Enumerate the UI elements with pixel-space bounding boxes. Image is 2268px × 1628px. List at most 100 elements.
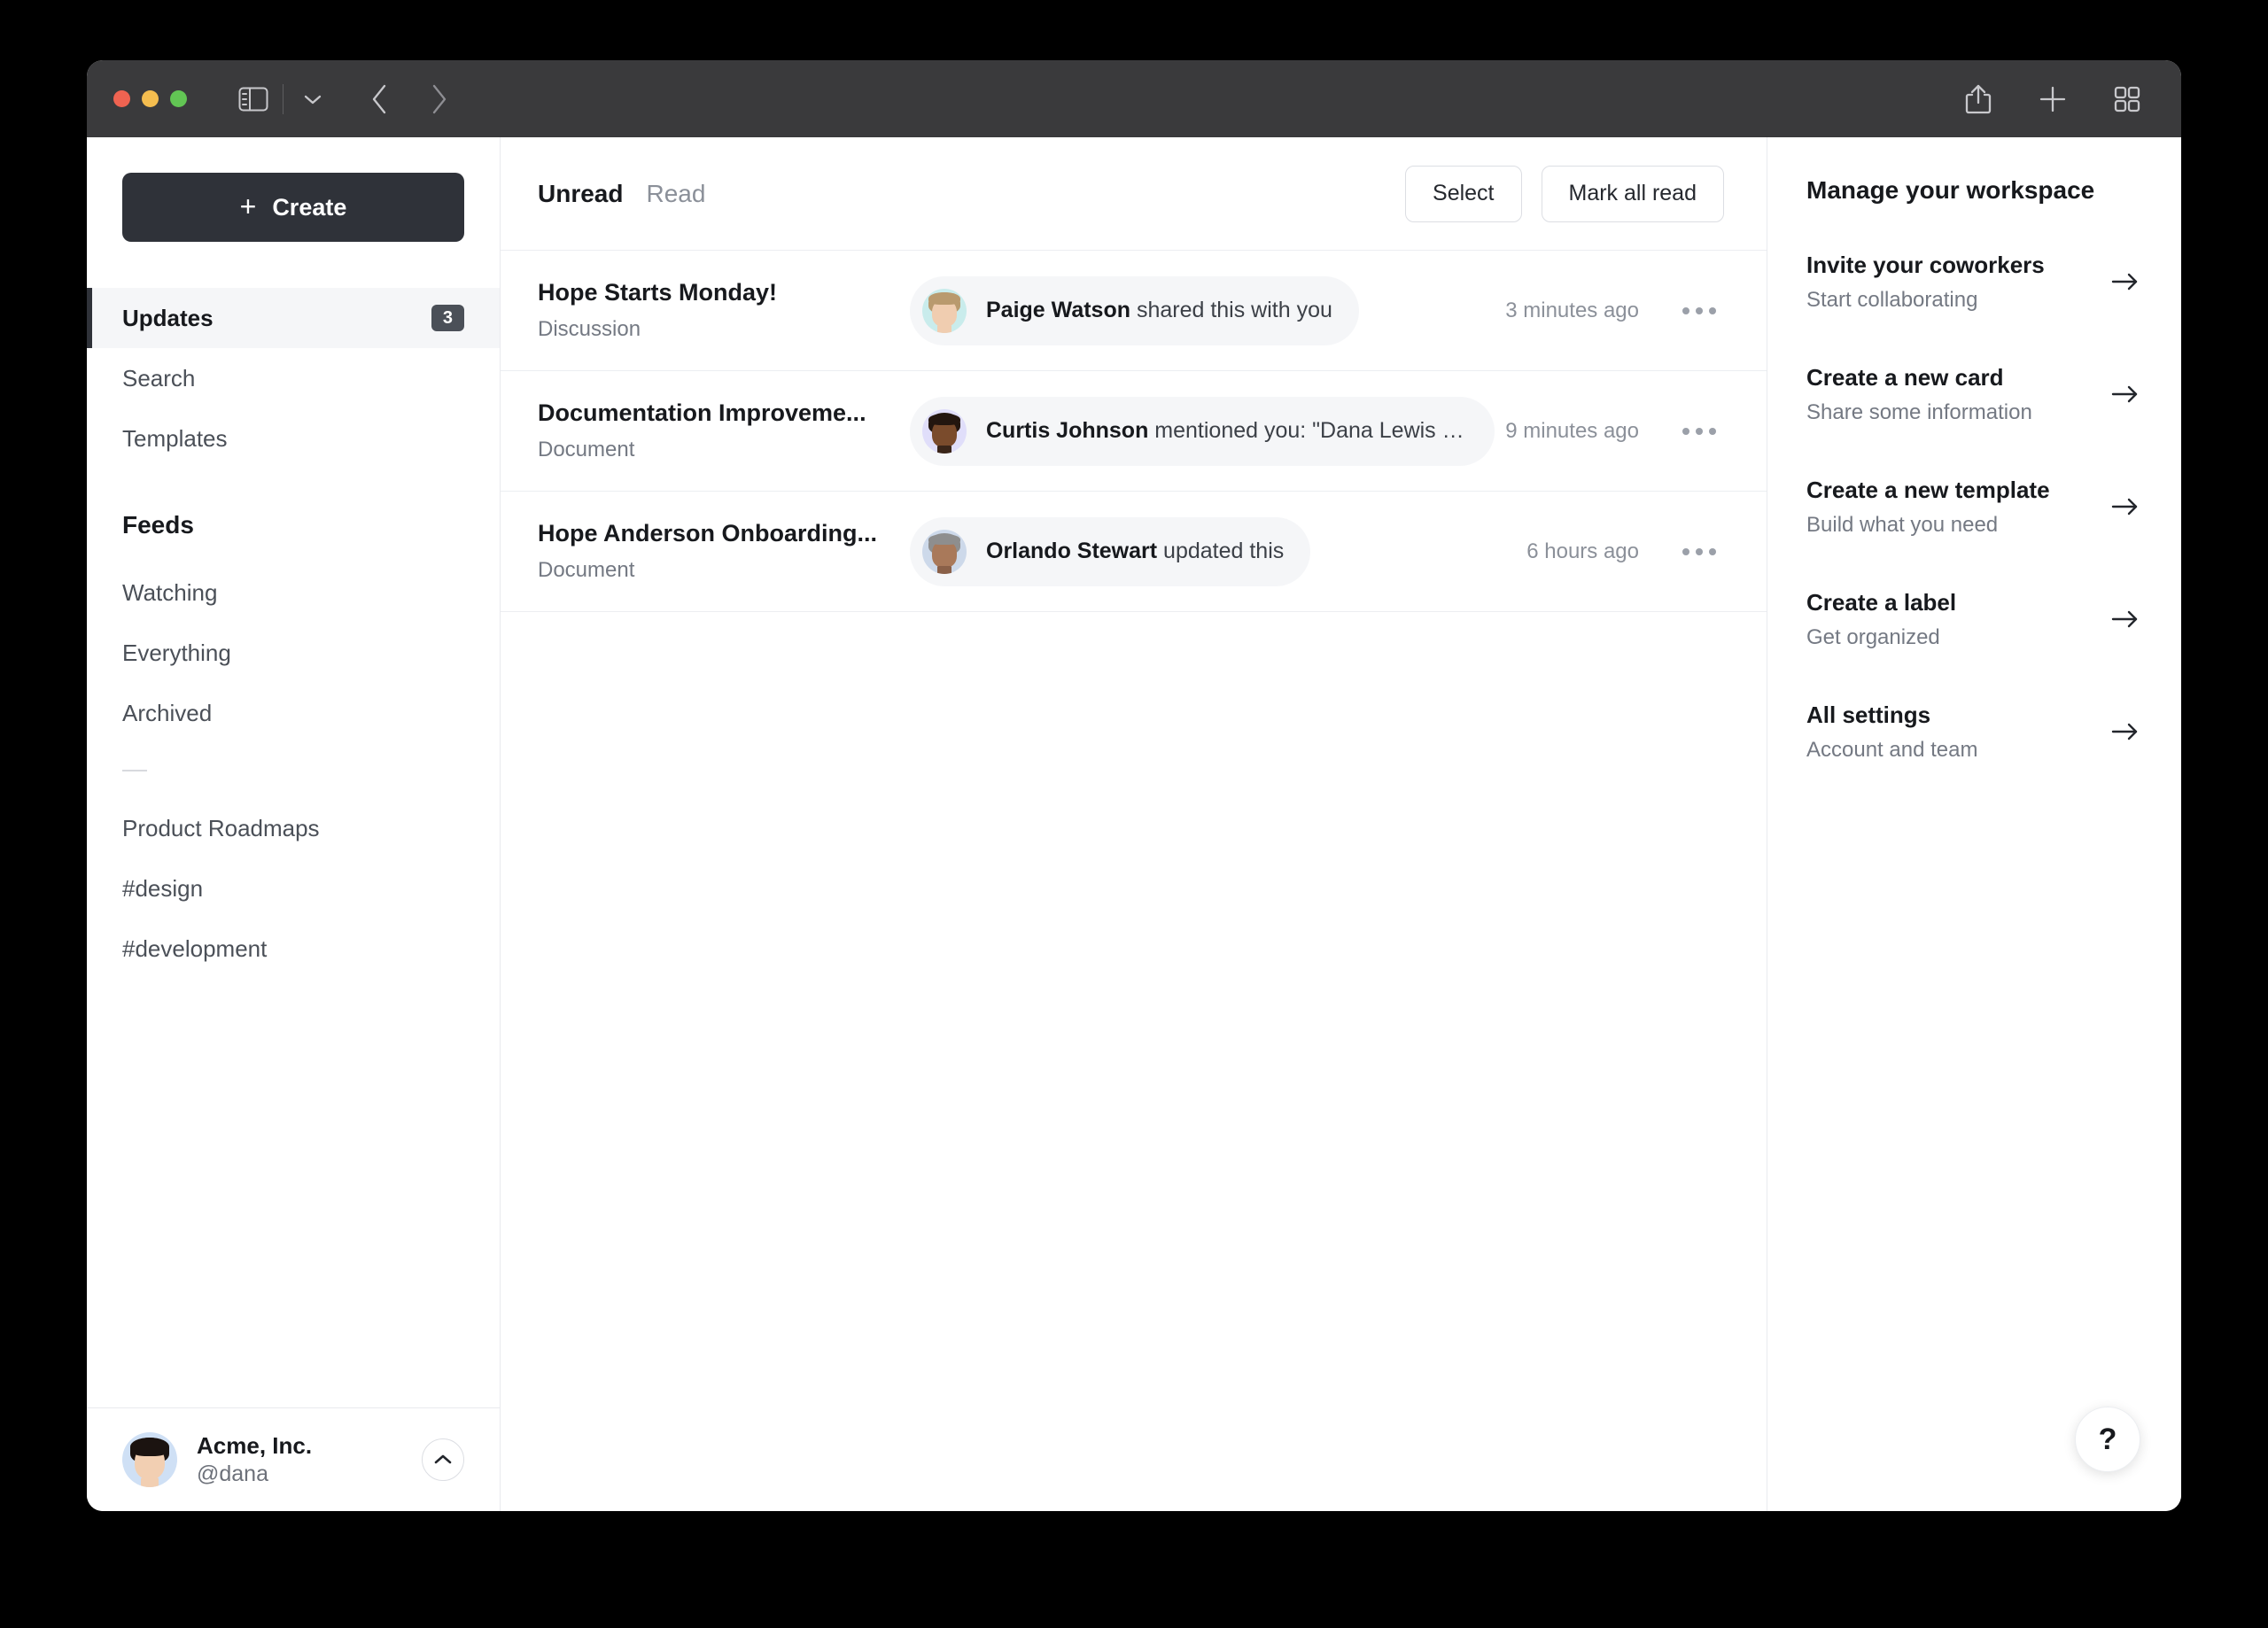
sidebar-item-watching[interactable]: Watching	[87, 562, 500, 623]
panel-item-label: Create a new template	[1806, 476, 2050, 503]
panel-item-create-template[interactable]: Create a new template Build what you nee…	[1806, 463, 2140, 551]
sidebar-item-label: #development	[122, 934, 268, 962]
row-more-button[interactable]	[1674, 547, 1724, 555]
arrow-right-icon	[2110, 721, 2140, 742]
avatar	[922, 288, 967, 333]
arrow-right-icon	[2110, 384, 2140, 405]
main-content: Unread Read Select Mark all read Hope St…	[501, 137, 1767, 1511]
chevron-down-icon	[304, 95, 322, 104]
tab-unread[interactable]: Unread	[538, 180, 623, 208]
avatar	[922, 408, 967, 454]
chevron-left-icon	[372, 84, 386, 113]
forward-button[interactable]	[415, 75, 462, 123]
table-row[interactable]: Hope Starts Monday! Discussion Paige Wat…	[501, 251, 1767, 371]
panel-item-create-card[interactable]: Create a new card Share some information	[1806, 351, 2140, 438]
back-button[interactable]	[356, 75, 404, 123]
panel-item-all-settings[interactable]: All settings Account and team	[1806, 688, 2140, 776]
close-window-button[interactable]	[113, 90, 130, 107]
sidebar-item-design[interactable]: #design	[87, 858, 500, 919]
sidebar-item-product-roadmaps[interactable]: Product Roadmaps	[87, 798, 500, 858]
sidebar-item-templates[interactable]: Templates	[87, 408, 500, 469]
panel-item-label: Create a new card	[1806, 363, 2004, 391]
row-title-group: Documentation Improveme... Document	[538, 398, 910, 463]
titlebar-action-group	[1954, 75, 2151, 123]
account-expand-button[interactable]	[422, 1438, 464, 1482]
activity-chip[interactable]: Paige Watson shared this with you	[910, 275, 1359, 345]
empty-area	[501, 612, 1767, 1511]
row-more-button[interactable]	[1674, 306, 1724, 314]
sidebar-icon	[238, 87, 268, 111]
activity-chip[interactable]: Orlando Stewart updated this	[910, 516, 1311, 586]
row-timestamp: 9 minutes ago	[1505, 418, 1639, 443]
panel-item-text: Invite your coworkers Start collaboratin…	[1806, 251, 2045, 314]
panel-item-desc: Start collaborating	[1806, 287, 1978, 312]
sidebar-item-development[interactable]: #development	[87, 919, 500, 979]
account-switcher[interactable]: Acme, Inc. @dana	[87, 1407, 500, 1511]
sidebar-toggle-button[interactable]	[229, 75, 277, 123]
titlebar-divider	[283, 83, 284, 114]
share-icon	[1965, 84, 1992, 113]
account-handle: @dana	[197, 1461, 268, 1486]
row-title: Hope Anderson Onboarding...	[538, 520, 877, 547]
arrow-right-icon	[2110, 496, 2140, 517]
panel-item-create-label[interactable]: Create a label Get organized	[1806, 576, 2140, 663]
traffic-light-controls	[113, 90, 187, 107]
workspace-panel: Manage your workspace Invite your cowork…	[1767, 137, 2181, 1511]
panel-item-text: Create a new card Share some information	[1806, 363, 2032, 426]
feeds-heading: Feeds	[122, 511, 194, 539]
table-row[interactable]: Hope Anderson Onboarding... Document Orl…	[501, 492, 1767, 612]
row-title: Documentation Improveme...	[538, 399, 866, 427]
sidebar-item-archived[interactable]: Archived	[87, 683, 500, 743]
tab-read[interactable]: Read	[646, 180, 705, 208]
activity-action: shared this with you	[1130, 298, 1332, 322]
row-more-button[interactable]	[1674, 427, 1724, 435]
panel-item-text: All settings Account and team	[1806, 701, 1977, 764]
ellipsis-icon	[1682, 306, 1689, 314]
sidebar-dropdown-button[interactable]	[289, 75, 337, 123]
ellipsis-icon	[1696, 547, 1703, 555]
ellipsis-icon	[1709, 306, 1716, 314]
share-button[interactable]	[1954, 75, 2002, 123]
sidebar-item-label: Templates	[122, 424, 228, 452]
sidebar-item-updates[interactable]: Updates 3	[87, 288, 500, 348]
zoom-window-button[interactable]	[170, 90, 187, 107]
plus-icon: +	[239, 190, 257, 222]
app-body: + Create Updates 3 Search Templates Feed…	[87, 137, 2181, 1511]
updates-tabs: Unread Read	[538, 180, 705, 208]
activity-chip[interactable]: Curtis Johnson mentioned you: "Dana Lewi…	[910, 396, 1495, 466]
chevron-up-icon	[434, 1454, 452, 1464]
panel-item-text: Create a label Get organized	[1806, 588, 1956, 651]
row-title-group: Hope Starts Monday! Discussion	[538, 277, 910, 343]
help-button[interactable]: ?	[2075, 1407, 2140, 1472]
arrow-right-icon	[2110, 609, 2140, 630]
updates-badge: 3	[431, 305, 464, 331]
panel-item-desc: Get organized	[1806, 624, 1940, 649]
left-sidebar: + Create Updates 3 Search Templates Feed…	[87, 137, 501, 1511]
sidebar-item-search[interactable]: Search	[87, 348, 500, 408]
sidebar-item-label: #design	[122, 874, 204, 902]
plus-icon	[2039, 86, 2066, 112]
sidebar-divider	[122, 770, 147, 771]
create-button[interactable]: + Create	[122, 173, 464, 242]
mark-all-read-button[interactable]: Mark all read	[1541, 165, 1724, 222]
minimize-window-button[interactable]	[142, 90, 159, 107]
activity-text: Orlando Stewart updated this	[986, 539, 1284, 564]
grid-icon	[2114, 86, 2140, 112]
table-row[interactable]: Documentation Improveme... Document Curt…	[501, 371, 1767, 492]
select-button[interactable]: Select	[1405, 165, 1522, 222]
panel-item-invite-coworkers[interactable]: Invite your coworkers Start collaboratin…	[1806, 238, 2140, 326]
panel-item-desc: Account and team	[1806, 737, 1978, 762]
sidebar-item-label: Everything	[122, 639, 231, 666]
panel-item-label: Create a label	[1806, 588, 1957, 616]
row-title: Hope Starts Monday!	[538, 279, 778, 306]
tab-overview-button[interactable]	[2103, 75, 2151, 123]
new-tab-button[interactable]	[2029, 75, 2077, 123]
panel-item-text: Create a new template Build what you nee…	[1806, 476, 2050, 539]
row-timestamp: 3 minutes ago	[1505, 298, 1639, 322]
panel-item-desc: Share some information	[1806, 399, 2032, 424]
avatar	[922, 529, 967, 574]
panel-title: Manage your workspace	[1806, 176, 2095, 204]
sidebar-item-everything[interactable]: Everything	[87, 623, 500, 683]
panel-item-desc: Build what you need	[1806, 512, 1999, 537]
sidebar-nav: Updates 3 Search Templates	[87, 288, 500, 469]
